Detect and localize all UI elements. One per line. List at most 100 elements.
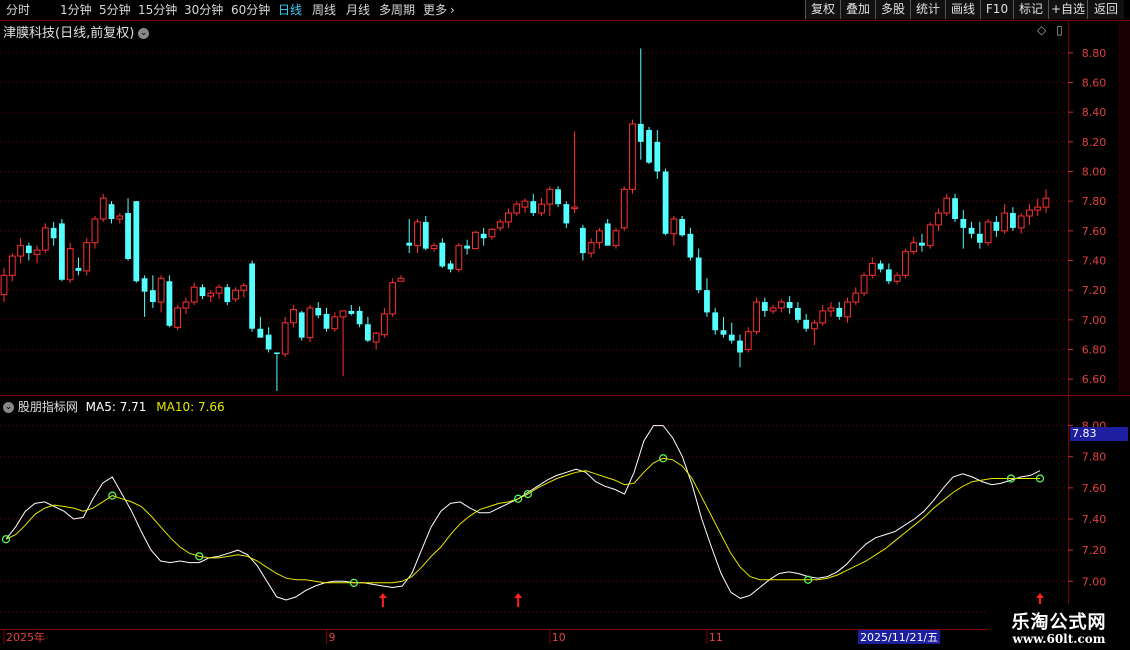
candle-body — [720, 330, 727, 335]
candle-body — [695, 257, 702, 291]
candle-body — [538, 203, 545, 214]
main-ytick-label: 8.40 — [1082, 106, 1107, 119]
candle-body — [555, 189, 561, 205]
candle-body — [860, 274, 868, 294]
candle-body — [174, 307, 182, 328]
candle-body — [464, 245, 471, 249]
candle-body — [257, 328, 264, 338]
candle-body — [141, 278, 148, 292]
xtick-label: 11 — [709, 631, 723, 644]
candle-body — [587, 242, 595, 254]
candle-body — [968, 227, 975, 234]
candle-body — [323, 313, 330, 329]
candle-body — [348, 310, 355, 314]
candle-body — [190, 286, 198, 303]
candle-body — [910, 242, 918, 253]
candle-body — [819, 310, 827, 324]
candle-body — [389, 282, 397, 315]
candle-body — [546, 188, 554, 205]
candle-body — [215, 286, 223, 294]
ma10-label: MA10: 7.66 — [156, 400, 225, 414]
candle-body — [728, 334, 735, 341]
candle-body — [274, 352, 280, 354]
main-ytick-label: 7.60 — [1082, 225, 1107, 238]
candle-body — [414, 221, 421, 247]
candle-body — [952, 198, 958, 219]
candle-body — [646, 129, 652, 163]
candle-body — [364, 324, 371, 341]
candle-body — [17, 245, 24, 257]
candle-body — [604, 223, 611, 246]
brand-watermark: 乐淘公式网 www.60lt.com — [988, 604, 1130, 650]
candle-body — [1042, 197, 1050, 208]
candle-body — [182, 301, 190, 309]
candle-body — [488, 228, 496, 238]
candle-body — [339, 310, 347, 318]
candle-body — [422, 221, 429, 249]
side-strip — [1118, 22, 1130, 392]
candle-body — [199, 287, 206, 297]
candle-body — [290, 308, 297, 324]
candle-body — [935, 212, 942, 226]
candle-body — [232, 289, 239, 300]
current-value-tag: 7.83 — [1070, 427, 1128, 441]
candle-body — [852, 292, 860, 303]
candle-body — [480, 233, 487, 239]
candle-body — [249, 263, 255, 329]
brand-url: www.60lt.com — [1012, 632, 1106, 646]
candle-body — [381, 313, 388, 336]
xtick-label: 10 — [552, 631, 566, 644]
candle-body — [125, 213, 131, 260]
candle-body — [133, 201, 140, 282]
date-cursor-label: 2025/11/21/五 — [860, 631, 938, 644]
candle-body — [50, 227, 57, 239]
candle-body — [1001, 212, 1009, 232]
xtick-label: 9 — [329, 631, 336, 644]
candle-body — [356, 310, 363, 325]
chevron-down-icon[interactable]: ⌄ — [3, 402, 14, 413]
candle-body — [926, 224, 934, 247]
candle-body — [83, 242, 91, 272]
candle-body — [868, 262, 876, 276]
diamond-icon[interactable]: ◇ — [1037, 23, 1046, 37]
kline-chart[interactable]: 6.60 6.80 7.00 7.20 7.40 7.60 7.80 8.00 8.20 8.40… — [0, 0, 1130, 650]
indicator-ytick-label: 7.00 — [1082, 575, 1107, 588]
main-ytick-label: 7.80 — [1082, 195, 1107, 208]
candle-body — [563, 204, 570, 224]
candle-body — [761, 302, 768, 311]
candle-body — [265, 334, 272, 350]
candle-body — [769, 307, 777, 312]
candle-body — [298, 312, 305, 338]
main-ytick-label: 7.00 — [1082, 314, 1107, 327]
candle-body — [455, 245, 463, 270]
candle-body — [919, 242, 925, 246]
main-ytick-label: 7.40 — [1082, 255, 1107, 268]
candle-body — [704, 290, 710, 313]
main-ytick-label: 6.60 — [1082, 373, 1107, 386]
candle-body — [108, 204, 115, 219]
cross-marker — [1, 535, 11, 544]
candle-body — [737, 340, 743, 353]
chevron-down-icon[interactable]: ⌄ — [138, 28, 150, 39]
candle-body — [207, 292, 215, 297]
candle-body — [66, 248, 74, 281]
candle-body — [521, 200, 529, 208]
candle-body — [579, 227, 586, 254]
indicator-ytick-label: 7.40 — [1082, 513, 1107, 526]
maximize-icon[interactable]: ▯ — [1056, 23, 1063, 37]
candle-body — [712, 312, 719, 331]
candle-body — [811, 322, 818, 330]
candle-body — [116, 215, 124, 220]
main-ytick-label: 8.00 — [1082, 166, 1107, 179]
candle-body — [224, 287, 231, 303]
candle-body — [571, 206, 579, 210]
panel-controls: ◇ ▯ — [1037, 23, 1063, 37]
main-ytick-label: 8.60 — [1082, 77, 1107, 90]
candle-body — [960, 218, 967, 228]
main-ytick-label: 8.80 — [1082, 47, 1107, 60]
indicator-ytick-label: 7.60 — [1082, 482, 1107, 495]
xtick-label: 2025年 — [6, 630, 45, 644]
candle-body — [629, 123, 636, 190]
candle-body — [397, 277, 405, 282]
main-ytick-label: 8.20 — [1082, 136, 1107, 149]
